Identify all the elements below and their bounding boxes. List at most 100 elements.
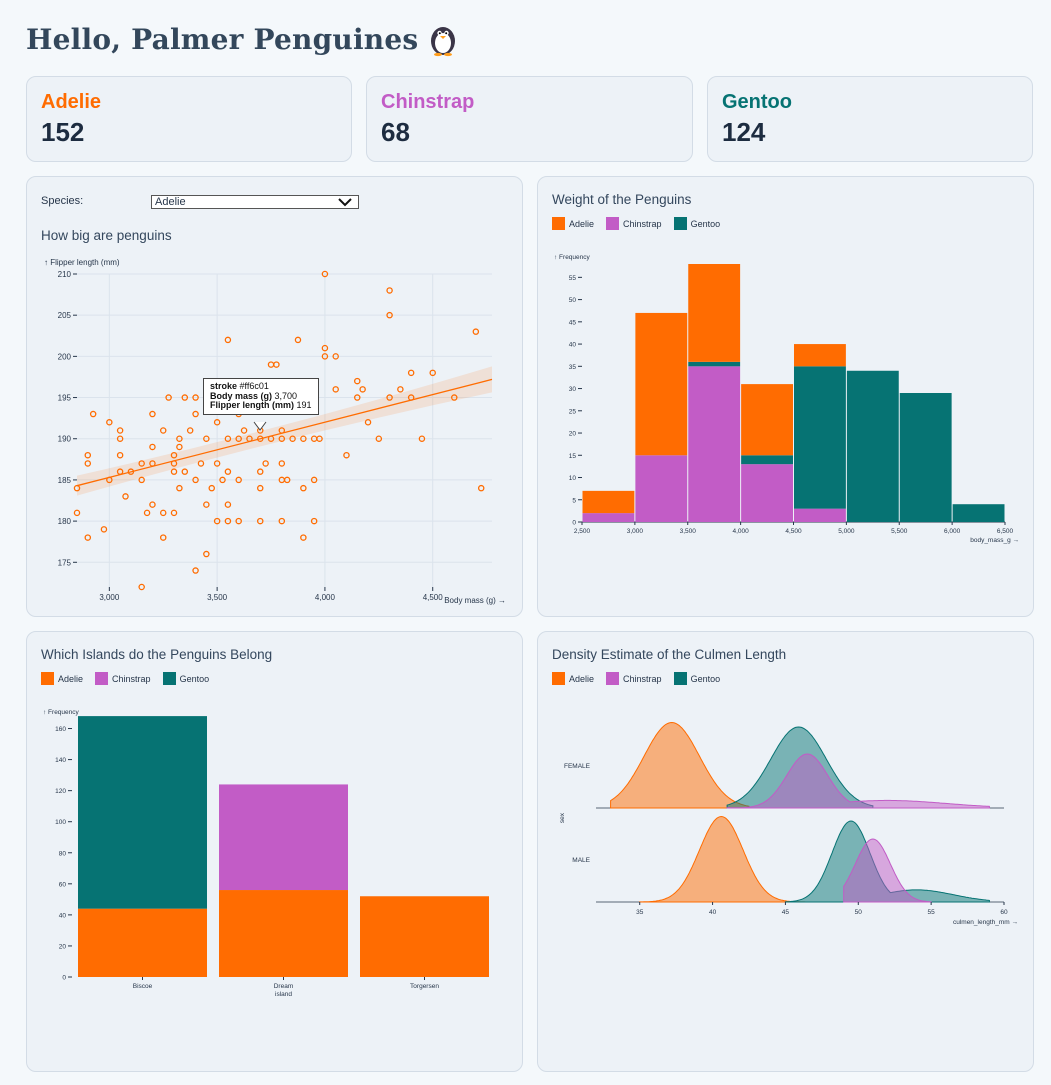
scatter-point (224, 468, 232, 475)
scatter-point (122, 493, 129, 500)
y-axis-label: ↑ Frequency (43, 709, 80, 716)
x-tick-label: 3,500 (680, 528, 697, 535)
penguin-icon (431, 27, 456, 57)
y-tick-label: 25 (569, 408, 577, 415)
scatter-point (176, 484, 183, 492)
histogram-bar-gentoo (688, 361, 741, 367)
y-tick-label: 30 (569, 386, 577, 393)
y-tick-label: 40 (569, 342, 577, 349)
histogram-bar-adelie (741, 384, 793, 456)
scatter-point (73, 509, 81, 517)
histogram-bar-gentoo (952, 504, 1005, 522)
scatter-point (149, 443, 156, 451)
island-bar-gentoo (78, 716, 207, 909)
scatter-point (84, 534, 92, 541)
histogram-bar-chinstrap (582, 513, 635, 522)
histogram-bar-chinstrap (741, 464, 793, 522)
y-tick-label: 195 (58, 394, 72, 403)
page-title-text: Hello, Palmer Penguines (26, 22, 419, 56)
weight-histogram: ↑ Frequency 0 5 10 15 20 25 30 35 40 45 50 55 2,500 3,… (554, 254, 1019, 544)
island-bar-chinstrap (219, 784, 348, 891)
x-tick-label: 6,500 (997, 528, 1014, 535)
histogram-bar-gentoo (846, 370, 899, 522)
scatter-point (159, 509, 167, 517)
scatter-point (208, 484, 215, 492)
stat-card-chinstrap: Chinstrap 68 (366, 76, 693, 162)
y-tick-label: 50 (569, 297, 577, 304)
island-bar-adelie (219, 890, 348, 977)
scatter-point (138, 583, 145, 591)
y-tick-label: 5 (572, 497, 576, 504)
stat-count: 152 (41, 117, 85, 147)
x-tick-label: 4,500 (785, 528, 802, 535)
x-axis-label: Body mass (g) → (444, 596, 506, 605)
scatter-point (84, 460, 92, 467)
page-title: Hello, Palmer Penguines (26, 22, 458, 57)
y-axis-label: ↑ Flipper length (mm) (44, 258, 120, 267)
histogram-bar-chinstrap (794, 508, 846, 522)
scatter-point (343, 451, 350, 459)
stat-count: 124 (722, 117, 766, 147)
scatter-point (273, 361, 280, 368)
histogram-bar-chinstrap (635, 455, 688, 522)
y-tick-label: 210 (58, 270, 72, 279)
stat-name: Chinstrap (381, 91, 475, 113)
y-tick-label: 140 (55, 757, 66, 764)
scatter-point (149, 501, 156, 508)
scatter-point (159, 534, 167, 541)
y-tick-label: 20 (569, 431, 577, 438)
y-tick-label: 45 (569, 319, 577, 326)
x-axis-label: culmen_length_mm → (953, 919, 1018, 926)
histogram-bar-gentoo (741, 455, 793, 465)
tooltip-value: #ff6c01 (239, 381, 269, 391)
scatter-point (267, 361, 275, 368)
scatter-point (192, 567, 199, 574)
scatter-point (256, 484, 264, 492)
density-card: Density Estimate of the Culmen Length Ad… (537, 631, 1034, 1072)
y-tick-label: 180 (58, 517, 72, 526)
scatter-point (332, 386, 339, 393)
x-tick-label: 35 (636, 909, 644, 916)
y-tick-label: 60 (59, 881, 67, 888)
weight-card: Weight of the Penguins Adelie Chinstrap … (537, 176, 1034, 617)
histogram-bar-adelie (635, 312, 688, 456)
scatter-point (170, 468, 178, 475)
density-area-adelie (610, 721, 750, 809)
y-tick-label: 100 (55, 819, 66, 826)
x-tick-label: 3,000 (99, 593, 120, 602)
scatter-point (170, 509, 178, 517)
stat-card-gentoo: Gentoo 124 (707, 76, 1033, 162)
histogram-bar-adelie (582, 490, 635, 514)
stat-name: Adelie (41, 91, 102, 113)
scatter-point (192, 410, 199, 418)
scatter-point (84, 451, 92, 459)
scatter-point (256, 468, 264, 475)
scatter-point (240, 427, 248, 434)
y-tick-label: 80 (59, 850, 67, 857)
scatter-point (359, 386, 366, 393)
scatter-point (300, 534, 307, 541)
tooltip-label: Body mass (g) (210, 390, 273, 401)
x-tick-label: 4,000 (732, 528, 749, 535)
x-tick-label: 60 (1000, 909, 1008, 916)
scatter-point (278, 460, 286, 467)
y-tick-label: 55 (569, 275, 577, 282)
scatter-point (100, 526, 108, 533)
x-tick-label: 55 (928, 909, 936, 916)
x-tick-label: 2,500 (574, 528, 591, 535)
scatter-point (407, 369, 415, 377)
tooltip-label: stroke (210, 381, 238, 391)
islands-bar-chart: ↑ Frequency 0 20 40 60 80 100 120 140 160 Biscoe Dr… (43, 709, 489, 998)
scatter-point (176, 443, 183, 451)
x-tick-label: Biscoe (133, 983, 153, 990)
y-tick-label: 205 (58, 311, 72, 320)
x-tick-label: 40 (709, 909, 717, 916)
scatter-point (294, 336, 302, 344)
scatter-point (224, 501, 232, 508)
scatter-point (116, 451, 124, 459)
histogram-bar-chinstrap (688, 366, 741, 522)
y-tick-label: 160 (55, 726, 66, 733)
x-tick-label: Torgersen (410, 983, 439, 990)
x-tick-label: 4,500 (423, 593, 444, 602)
histogram-bar-gentoo (899, 393, 952, 522)
